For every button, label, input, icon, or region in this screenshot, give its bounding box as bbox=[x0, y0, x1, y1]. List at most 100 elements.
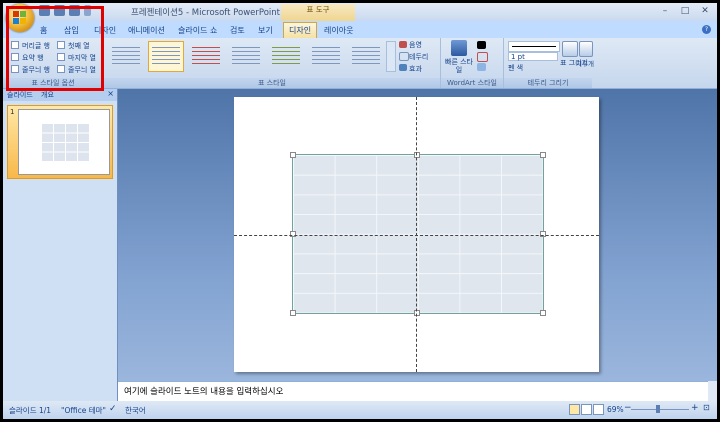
group-draw-borders: 1 pt 펜 색 표 그리기 지우개 테두리 그리기 bbox=[504, 38, 594, 88]
checkbox-label: 줄무늬 열 bbox=[68, 66, 96, 74]
resize-handle[interactable] bbox=[540, 152, 546, 158]
notes-pane[interactable]: 여기에 슬라이드 노트의 내용을 입력하십시오 bbox=[118, 381, 708, 401]
tab-slideshow[interactable]: 슬라이드 쇼 bbox=[173, 23, 222, 38]
slide-thumbnail bbox=[18, 109, 110, 175]
resize-handle[interactable] bbox=[414, 310, 420, 316]
zoom-out-icon[interactable]: − bbox=[624, 403, 632, 413]
checkbox-last-column[interactable]: 마지막 열 bbox=[57, 53, 96, 63]
checkbox-icon bbox=[57, 53, 65, 61]
resize-handle[interactable] bbox=[290, 231, 296, 237]
horizontal-guide[interactable] bbox=[234, 235, 599, 236]
group-table-style-options: 머리글 행 첫째 열 요약 행 마지막 열 줄무늬 행 줄무늬 열 표 스타일 … bbox=[3, 38, 104, 88]
slide-editing-area bbox=[118, 89, 717, 381]
slide-canvas[interactable] bbox=[234, 97, 599, 372]
checkbox-icon bbox=[57, 65, 65, 73]
customize-qat-icon[interactable] bbox=[84, 5, 91, 16]
borders-button[interactable]: 테두리 bbox=[409, 52, 428, 62]
pen-weight-dropdown[interactable]: 1 pt bbox=[508, 52, 558, 61]
help-icon[interactable]: ? bbox=[702, 25, 711, 34]
text-effects-icon[interactable] bbox=[477, 63, 486, 71]
checkbox-first-column[interactable]: 첫째 열 bbox=[57, 41, 90, 51]
close-icon[interactable]: × bbox=[107, 89, 114, 98]
close-button[interactable]: ✕ bbox=[695, 4, 715, 18]
zoom-in-icon[interactable]: + bbox=[691, 403, 699, 413]
outline-tab[interactable]: 개요 bbox=[41, 90, 54, 101]
tab-animations[interactable]: 애니메이션 bbox=[123, 23, 170, 38]
table-style-swatch[interactable] bbox=[148, 41, 184, 72]
minimize-button[interactable]: – bbox=[655, 4, 675, 18]
title-bar: 표 도구 프레젠테이션5 - Microsoft PowerPoint – □ … bbox=[3, 3, 717, 21]
draw-table-icon bbox=[562, 41, 578, 57]
table-style-swatch[interactable] bbox=[348, 41, 384, 72]
table-style-swatch[interactable] bbox=[228, 41, 264, 72]
window-controls: – □ ✕ bbox=[655, 4, 715, 18]
office-button[interactable] bbox=[6, 4, 34, 32]
group-label: 표 스타일 bbox=[104, 78, 440, 88]
text-outline-icon[interactable] bbox=[477, 52, 488, 62]
table-style-swatch[interactable] bbox=[108, 41, 144, 72]
resize-handle[interactable] bbox=[540, 231, 546, 237]
ribbon: 머리글 행 첫째 열 요약 행 마지막 열 줄무늬 행 줄무늬 열 표 스타일 … bbox=[3, 38, 717, 89]
pen-color-button[interactable]: 펜 색 bbox=[508, 63, 523, 73]
slide-table[interactable] bbox=[290, 152, 546, 316]
ribbon-tabs: 홈 삽입 디자인 애니메이션 슬라이드 쇼 검토 보기 디자인 레이아웃 ? bbox=[3, 21, 717, 38]
slides-tab[interactable]: 슬라이드 bbox=[7, 90, 33, 101]
group-label: 테두리 그리기 bbox=[504, 78, 592, 88]
eraser-button[interactable]: 지우개 bbox=[576, 58, 594, 68]
table-style-swatch[interactable] bbox=[268, 41, 304, 72]
status-slide-count: 슬라이드 1/1 bbox=[9, 406, 52, 415]
effects-icon bbox=[399, 64, 407, 71]
tab-insert[interactable]: 삽입 bbox=[59, 23, 84, 38]
status-bar: 슬라이드 1/1 "Office 테마" ✓ 한국어 69% − + ⊡ bbox=[3, 401, 717, 419]
checkbox-label: 머리글 행 bbox=[22, 42, 50, 50]
zoom-slider[interactable] bbox=[631, 409, 689, 410]
group-label: 표 스타일 옵션 bbox=[3, 78, 103, 88]
redo-icon[interactable] bbox=[69, 5, 80, 16]
slide-sorter-view-icon[interactable] bbox=[581, 404, 592, 415]
checkbox-banded-rows[interactable]: 줄무늬 행 bbox=[11, 65, 50, 75]
checkbox-label: 마지막 열 bbox=[68, 54, 96, 62]
shading-button[interactable]: 음영 bbox=[409, 40, 422, 50]
effects-button[interactable]: 효과 bbox=[409, 64, 422, 74]
resize-handle[interactable] bbox=[414, 152, 420, 158]
slide-thumbnail-selected[interactable]: 1 bbox=[7, 105, 113, 179]
quick-styles-button[interactable]: 빠른 스타일 bbox=[445, 58, 473, 74]
resize-handle[interactable] bbox=[290, 310, 296, 316]
normal-view-icon[interactable] bbox=[569, 404, 580, 415]
office-logo-icon bbox=[13, 11, 27, 25]
table-style-swatch[interactable] bbox=[188, 41, 224, 72]
resize-handle[interactable] bbox=[290, 152, 296, 158]
pen-style-dropdown[interactable] bbox=[508, 41, 560, 52]
wordart-quick-styles-icon bbox=[451, 40, 467, 56]
zoom-level[interactable]: 69% bbox=[607, 405, 624, 414]
checkbox-label: 줄무늬 행 bbox=[22, 66, 50, 74]
tab-table-layout[interactable]: 레이아웃 bbox=[319, 23, 358, 38]
slide-number: 1 bbox=[10, 108, 15, 116]
tab-design[interactable]: 디자인 bbox=[89, 23, 121, 38]
panel-tabs: 슬라이드 개요 × bbox=[3, 89, 117, 101]
tab-view[interactable]: 보기 bbox=[253, 23, 278, 38]
resize-handle[interactable] bbox=[540, 310, 546, 316]
checkbox-banded-columns[interactable]: 줄무늬 열 bbox=[57, 65, 96, 75]
checkbox-header-row[interactable]: 머리글 행 bbox=[11, 41, 50, 51]
checkbox-icon bbox=[11, 41, 19, 49]
fit-to-window-icon[interactable]: ⊡ bbox=[703, 403, 710, 412]
group-wordart-styles: 빠른 스타일 WordArt 스타일 bbox=[441, 38, 504, 88]
gallery-scroll[interactable] bbox=[386, 41, 396, 72]
tab-table-design[interactable]: 디자인 bbox=[283, 22, 318, 38]
checkbox-label: 요약 행 bbox=[22, 54, 44, 62]
zoom-slider-thumb[interactable] bbox=[656, 405, 660, 413]
checkbox-icon bbox=[57, 41, 65, 49]
checkbox-total-row[interactable]: 요약 행 bbox=[11, 53, 44, 63]
maximize-button[interactable]: □ bbox=[675, 4, 695, 18]
tab-home[interactable]: 홈 bbox=[35, 23, 52, 38]
slideshow-view-icon[interactable] bbox=[593, 404, 604, 415]
text-fill-icon[interactable] bbox=[477, 41, 486, 49]
save-icon[interactable] bbox=[39, 5, 50, 16]
tab-review[interactable]: 검토 bbox=[225, 23, 250, 38]
notes-scrollbar[interactable] bbox=[708, 381, 717, 401]
undo-icon[interactable] bbox=[54, 5, 65, 16]
thumbnail-table bbox=[41, 123, 89, 161]
table-style-swatch[interactable] bbox=[308, 41, 344, 72]
spellcheck-icon[interactable]: ✓ bbox=[109, 404, 117, 414]
